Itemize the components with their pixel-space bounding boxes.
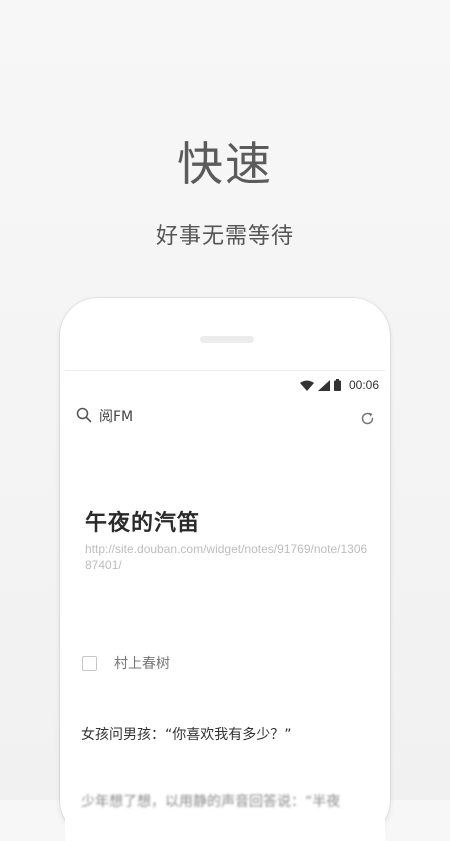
article-url[interactable]: http://site.douban.com/widget/notes/9176…	[85, 541, 370, 573]
author-checkbox[interactable]	[82, 655, 97, 671]
status-bar: 00:06	[65, 371, 385, 401]
phone-screen: 00:06 阅FM 午夜的汽笛 http://site.douban.com/w…	[65, 370, 385, 841]
article-title: 午夜的汽笛	[85, 511, 201, 536]
refresh-icon[interactable]	[360, 411, 375, 426]
status-time: 00:06	[348, 378, 379, 392]
phone-speaker	[200, 336, 254, 343]
wifi-icon	[299, 380, 314, 391]
author-row: 村上春树	[82, 653, 170, 673]
signal-icon	[317, 379, 330, 391]
search-query[interactable]: 阅FM	[99, 406, 133, 426]
article-author: 村上春树	[114, 656, 170, 672]
promo-headline: 快速	[177, 137, 273, 191]
phone-mockup: 00:06 阅FM 午夜的汽笛 http://site.douban.com/w…	[60, 298, 390, 841]
battery-icon	[333, 379, 341, 391]
promo-subhead: 好事无需等待	[155, 224, 294, 249]
search-bar[interactable]: 阅FM	[65, 401, 385, 437]
article-paragraph: 少年想了想，以用静的声音回答说：“半夜	[81, 794, 341, 810]
search-icon[interactable]	[76, 407, 92, 423]
article-paragraph: 女孩问男孩：“你喜欢我有多少？”	[81, 727, 292, 743]
status-icons: 00:06	[299, 378, 379, 392]
